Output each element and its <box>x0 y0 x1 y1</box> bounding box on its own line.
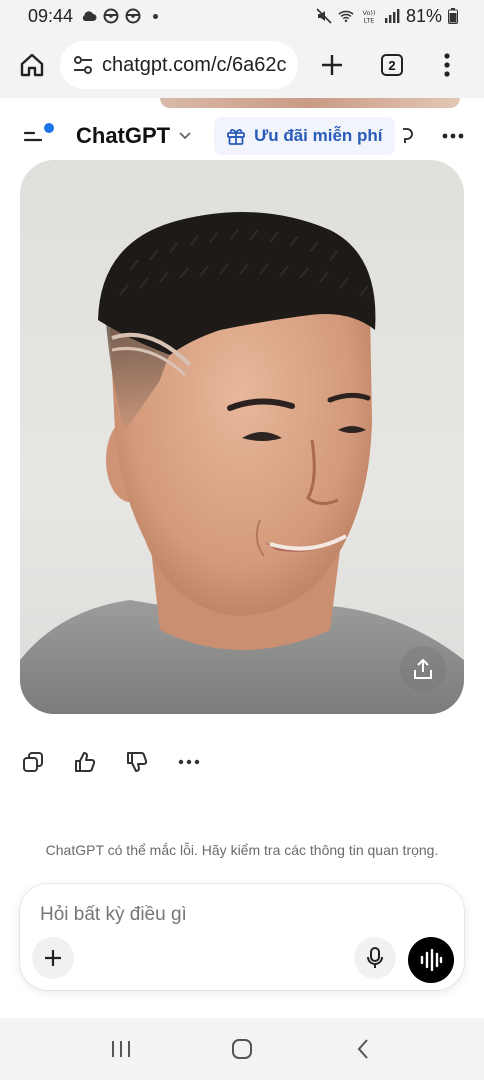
volte-icon: Vo)) LTE <box>360 8 378 24</box>
home-icon <box>20 53 44 77</box>
copy-button[interactable] <box>20 748 46 776</box>
battery-percent: 81% <box>405 5 442 26</box>
thumbs-down-button[interactable] <box>124 748 150 776</box>
browser-toolbar: chatgpt.com/c/6a62c 2 <box>0 32 484 98</box>
dictate-button[interactable] <box>354 937 396 979</box>
steering-wheel-icon <box>125 8 141 24</box>
home-button[interactable] <box>12 45 52 85</box>
browser-menu-button[interactable] <box>432 45 462 85</box>
system-navigation-bar <box>0 1018 484 1080</box>
disclaimer-text: ChatGPT có thể mắc lỗi. Hãy kiểm tra các… <box>45 842 439 858</box>
gift-icon <box>227 128 246 145</box>
cloud-icon <box>81 8 97 24</box>
status-time: 09:44 <box>28 5 74 26</box>
temporary-chat-icon[interactable] <box>401 127 413 145</box>
home-circle-icon <box>231 1039 252 1059</box>
chat-options-button[interactable] <box>436 119 470 153</box>
share-icon <box>414 658 432 679</box>
previous-image-edge <box>160 98 460 108</box>
plus-icon <box>45 950 61 966</box>
dot-icon <box>153 13 159 19</box>
url-text: chatgpt.com/c/6a62c <box>102 53 286 76</box>
wifi-icon <box>338 8 354 24</box>
thumbs-down-icon <box>127 752 148 772</box>
mute-icon <box>316 8 332 24</box>
steering-wheel-icon <box>103 8 119 24</box>
recent-apps-icon <box>111 1041 130 1057</box>
back-chevron-icon <box>357 1039 369 1059</box>
prompt-input[interactable] <box>40 900 440 930</box>
more-vertical-icon <box>444 53 450 77</box>
home-nav-button[interactable] <box>222 1029 262 1069</box>
message-actions <box>20 746 202 778</box>
share-button[interactable] <box>400 646 446 692</box>
status-left-icons <box>81 8 159 24</box>
microphone-icon <box>367 947 383 968</box>
more-actions-button[interactable] <box>176 748 202 776</box>
sidebar-toggle-button[interactable] <box>22 119 56 153</box>
chevron-down-icon[interactable] <box>178 129 192 143</box>
site-settings-icon[interactable] <box>72 54 94 76</box>
plus-icon <box>322 55 342 75</box>
generated-image[interactable] <box>20 160 464 714</box>
tab-count: 2 <box>381 54 403 76</box>
thumbs-up-button[interactable] <box>72 748 98 776</box>
battery-icon <box>448 8 458 24</box>
thumbs-up-icon <box>75 752 96 772</box>
voice-mode-button[interactable] <box>408 937 454 983</box>
more-horizontal-icon <box>442 133 464 139</box>
status-right-icons: Vo)) LTE 81% <box>316 6 458 27</box>
message-composer <box>20 884 464 990</box>
new-tab-button[interactable] <box>312 45 352 85</box>
copy-icon <box>23 752 43 772</box>
notification-dot <box>44 123 54 133</box>
address-bar[interactable]: chatgpt.com/c/6a62c <box>60 41 298 89</box>
signal-icon <box>384 8 400 24</box>
add-attachment-button[interactable] <box>32 937 74 979</box>
chat-header: ChatGPT Ưu đãi miễn phí <box>0 110 484 162</box>
more-horizontal-icon <box>178 759 200 765</box>
model-selector-title[interactable]: ChatGPT <box>76 123 170 149</box>
free-offer-label: Ưu đãi miễn phí <box>254 126 383 145</box>
recent-apps-button[interactable] <box>101 1029 141 1069</box>
voice-waveform-icon <box>420 949 443 971</box>
tab-switcher-button[interactable]: 2 <box>372 45 412 85</box>
back-button[interactable] <box>343 1029 383 1069</box>
status-bar: 09:44 Vo)) LTE 81% <box>0 0 484 32</box>
free-offer-button[interactable]: Ưu đãi miễn phí <box>214 117 395 155</box>
svg-text:LTE: LTE <box>364 17 375 25</box>
